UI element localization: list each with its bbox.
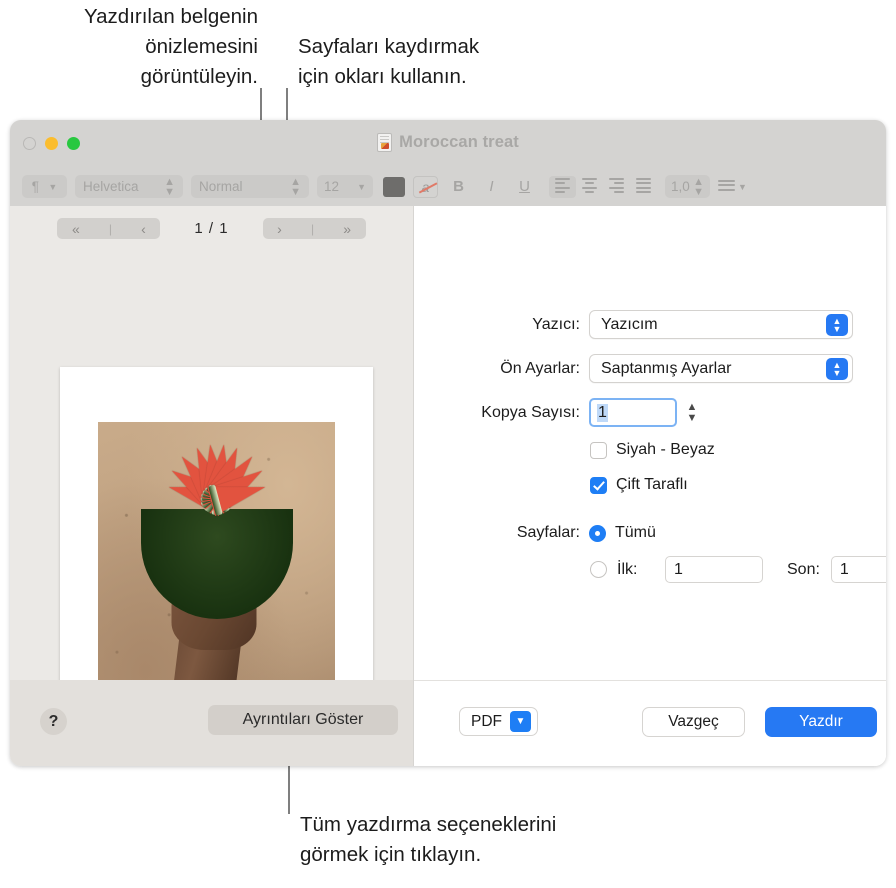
pages-all-label: Tümü <box>615 524 656 541</box>
duplex-checkbox[interactable] <box>590 476 607 494</box>
format-toolbar: ¶ ▼ Helvetica ▲ ▼ Normal ▲ ▼ 12 ▼ a B I U <box>10 167 886 206</box>
printer-label: Yazıcı: <box>532 315 580 333</box>
italic-label: I <box>489 178 494 195</box>
next-page-button[interactable]: › <box>277 221 282 237</box>
underline-button[interactable]: U <box>512 176 537 198</box>
page-forward-buttons[interactable]: › | » <box>262 218 366 239</box>
callout-preview-text: Yazdırılan belgenin önizlemesini görüntü… <box>84 5 258 88</box>
blackwhite-label: Siyah - Beyaz <box>616 441 715 458</box>
font-style-value: Normal <box>199 179 243 194</box>
pages-range-row: İlk: 1 Son: 1 <box>590 556 886 583</box>
pages-to-label: Son: <box>787 560 820 578</box>
separator: | <box>310 221 315 236</box>
pages-from-label: İlk: <box>617 560 638 578</box>
page-back-buttons[interactable]: « | ‹ <box>57 218 161 239</box>
line-spacing-value: 1,0 <box>671 179 690 194</box>
strikethrough-a-icon: a <box>421 178 430 195</box>
stepper-icon: ▲ ▼ <box>826 358 848 380</box>
stepper-icon: ▲ ▼ <box>164 175 175 198</box>
pdf-label: PDF <box>471 712 502 730</box>
print-dialog-window: Moroccan treat ¶ ▼ Helvetica ▲ ▼ Normal ▲… <box>10 120 886 766</box>
bold-button[interactable]: B <box>446 176 471 198</box>
printer-select[interactable]: Yazıcım ▲ ▼ <box>589 310 853 339</box>
printer-row: Yazıcı: Yazıcım ▲ ▼ <box>480 310 853 339</box>
presets-row: Ön Ayarlar: Saptanmış Ayarlar ▲ ▼ <box>480 354 853 383</box>
text-color-swatch[interactable] <box>383 176 405 197</box>
chevron-down-icon: ▼ <box>738 181 747 192</box>
pages-to-input[interactable]: 1 <box>830 556 886 583</box>
paragraph-style-button[interactable]: ¶ ▼ <box>22 175 67 198</box>
stepper-icon: ▲ ▼ <box>826 314 848 336</box>
presets-label: Ön Ayarlar: <box>500 359 580 377</box>
bulleted-list-icon <box>718 179 735 194</box>
previous-page-button[interactable]: ‹ <box>141 221 146 237</box>
align-justify-icon <box>636 177 651 196</box>
align-justify-button[interactable] <box>630 176 657 198</box>
help-button[interactable]: ? <box>40 708 67 735</box>
align-center-button[interactable] <box>576 176 603 198</box>
font-family-select[interactable]: Helvetica ▲ ▼ <box>75 175 183 198</box>
font-style-select[interactable]: Normal ▲ ▼ <box>191 175 309 198</box>
cancel-button[interactable]: Vazgeç <box>642 707 745 737</box>
align-left-button[interactable] <box>549 175 576 198</box>
copies-input[interactable]: 1 <box>589 398 677 427</box>
stepper-icon: ▲ ▼ <box>290 175 301 198</box>
text-alignment-group <box>549 175 657 198</box>
paragraph-icon: ¶ <box>31 179 39 194</box>
pages-all-radio[interactable] <box>589 524 606 542</box>
first-page-button[interactable]: « <box>72 221 80 237</box>
pages-range-radio[interactable] <box>590 561 607 578</box>
window-title: Moroccan treat <box>399 133 519 151</box>
font-size-select[interactable]: 12 ▼ <box>317 175 373 198</box>
copies-value: 1 <box>597 403 608 422</box>
chevron-down-icon: ▼ <box>48 181 58 192</box>
presets-value: Saptanmış Ayarlar <box>601 359 732 377</box>
stepper-icon: ▲ ▼ <box>693 175 704 198</box>
copies-stepper[interactable]: ▲ ▼ <box>684 398 700 427</box>
window-titlebar: Moroccan treat <box>10 120 886 167</box>
highlight-color-button[interactable]: a <box>413 175 438 198</box>
printer-value: Yazıcım <box>601 315 658 333</box>
font-family-value: Helvetica <box>83 179 139 194</box>
italic-button[interactable]: I <box>479 176 504 198</box>
window-title-group: Moroccan treat <box>10 133 886 152</box>
bold-label: B <box>453 178 464 195</box>
underline-label: U <box>519 178 530 195</box>
pages-label: Sayfalar: <box>516 524 580 541</box>
print-button[interactable]: Yazdır <box>765 707 877 737</box>
separator: | <box>108 221 113 236</box>
align-center-icon <box>582 177 597 196</box>
pages-from-input[interactable]: 1 <box>665 556 763 583</box>
copies-row: Kopya Sayısı: 1 ▲ ▼ <box>480 398 700 427</box>
align-right-button[interactable] <box>603 176 630 198</box>
page-counter: 1 / 1 <box>194 220 229 237</box>
list-style-button[interactable]: ▼ <box>718 179 747 194</box>
page-navigation: « | ‹ 1 / 1 › | » <box>10 218 413 239</box>
preview-footer: ? Ayrıntıları Göster <box>10 680 413 766</box>
chevron-down-icon: ▼ <box>357 181 366 192</box>
blackwhite-checkbox-row[interactable]: Siyah - Beyaz <box>590 441 715 459</box>
pdf-menu-button[interactable]: PDF ▼ <box>459 707 538 736</box>
duplex-label: Çift Taraflı <box>616 476 688 493</box>
copies-label: Kopya Sayısı: <box>481 403 580 421</box>
show-details-button[interactable]: Ayrıntıları Göster <box>208 705 398 735</box>
presets-select[interactable]: Saptanmış Ayarlar ▲ ▼ <box>589 354 853 383</box>
blackwhite-checkbox[interactable] <box>590 441 607 459</box>
line-spacing-select[interactable]: 1,0 ▲ ▼ <box>665 175 710 198</box>
options-footer: PDF ▼ Vazgeç Yazdır <box>414 680 886 766</box>
callout-details-text: Tüm yazdırma seçeneklerini görmek için t… <box>300 813 557 866</box>
callout-arrows-text: Sayfaları kaydırmak için okları kullanın… <box>298 35 480 88</box>
font-size-value: 12 <box>324 179 340 194</box>
align-left-icon <box>555 177 570 196</box>
align-right-icon <box>609 177 624 196</box>
chevron-down-icon: ▼ <box>510 711 531 732</box>
pages-row: Sayfalar: Tümü <box>480 524 656 542</box>
document-icon <box>377 133 393 152</box>
duplex-checkbox-row[interactable]: Çift Taraflı <box>590 476 688 494</box>
last-page-button[interactable]: » <box>343 221 351 237</box>
